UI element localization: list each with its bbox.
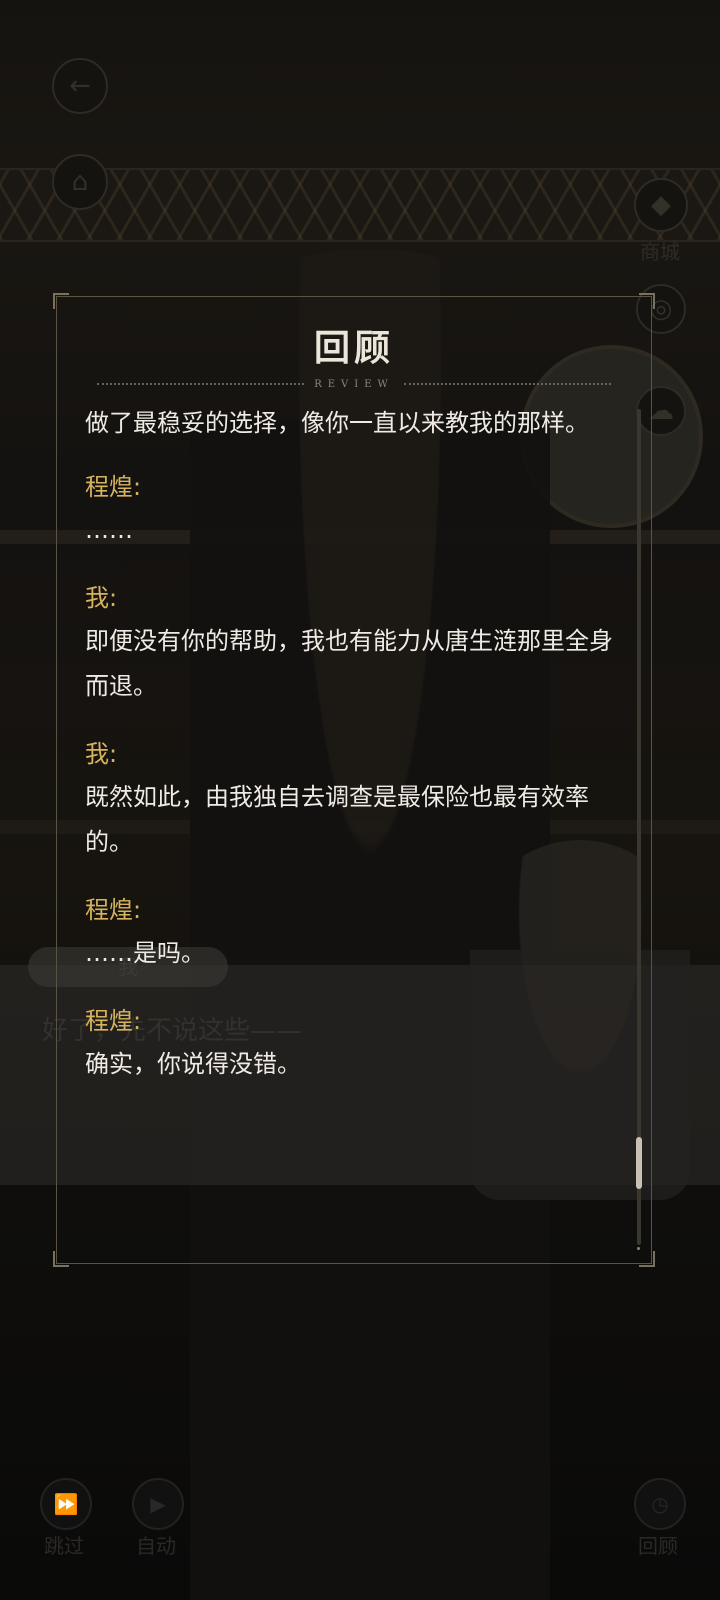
review-log[interactable]: 做了最稳妥的选择，像你一直以来教我的那样。 程煌: …… 我: 即便没有你的帮助… bbox=[85, 401, 625, 1243]
skip-icon[interactable]: ⏩ bbox=[40, 1478, 92, 1530]
log-entry: 程煌: ……是吗。 bbox=[85, 895, 625, 976]
auto-label: 自动 bbox=[136, 1534, 176, 1558]
log-speaker: 程煌: bbox=[85, 896, 142, 924]
shop-icon[interactable]: ◆ bbox=[634, 178, 688, 232]
scrollbar[interactable] bbox=[636, 409, 642, 1245]
corner-ornament bbox=[639, 1251, 655, 1267]
corner-ornament bbox=[639, 293, 655, 309]
auto-play-icon[interactable]: ▶ bbox=[132, 1478, 184, 1530]
log-text: 确实，你说得没错。 bbox=[85, 1050, 301, 1078]
side-label-shop: 商城 bbox=[640, 240, 680, 264]
log-text: 做了最稳妥的选择，像你一直以来教我的那样。 bbox=[85, 409, 589, 437]
log-entry: 程煌: …… bbox=[85, 472, 625, 553]
review-label: 回顾 bbox=[638, 1534, 678, 1558]
log-entry: 我: 既然如此，由我独自去调查是最保险也最有效率的。 bbox=[85, 739, 625, 865]
review-clock-icon[interactable]: ◷ bbox=[634, 1478, 686, 1530]
corner-ornament bbox=[53, 1251, 69, 1267]
panel-subtitle: REVIEW bbox=[314, 378, 394, 390]
log-text: ……是吗。 bbox=[85, 939, 205, 967]
log-text: …… bbox=[85, 516, 133, 544]
log-text: 即便没有你的帮助，我也有能力从唐生涟那里全身而退。 bbox=[85, 627, 613, 700]
log-entry: 程煌: 确实，你说得没错。 bbox=[85, 1006, 625, 1087]
home-icon[interactable]: ⌂ bbox=[52, 154, 108, 210]
corner-ornament bbox=[53, 293, 69, 309]
panel-title: 回顾 bbox=[313, 327, 394, 369]
log-speaker: 程煌: bbox=[85, 1007, 142, 1035]
log-speaker: 程煌: bbox=[85, 473, 142, 501]
skip-label: 跳过 bbox=[44, 1534, 84, 1558]
log-entry: 我: 即便没有你的帮助，我也有能力从唐生涟那里全身而退。 bbox=[85, 583, 625, 709]
log-speaker: 我: bbox=[85, 740, 118, 768]
scrollbar-thumb[interactable] bbox=[636, 1137, 642, 1189]
lattice-window bbox=[0, 168, 720, 242]
log-text: 既然如此，由我独自去调查是最保险也最有效率的。 bbox=[85, 783, 589, 856]
back-arrow-icon[interactable]: ← bbox=[52, 58, 108, 114]
log-speaker: 我: bbox=[85, 584, 118, 612]
title-divider: REVIEW bbox=[97, 377, 611, 391]
review-panel: 回顾 REVIEW 做了最稳妥的选择，像你一直以来教我的那样。 程煌: …… 我… bbox=[53, 293, 655, 1267]
scrollbar-end-dot bbox=[637, 1247, 640, 1250]
